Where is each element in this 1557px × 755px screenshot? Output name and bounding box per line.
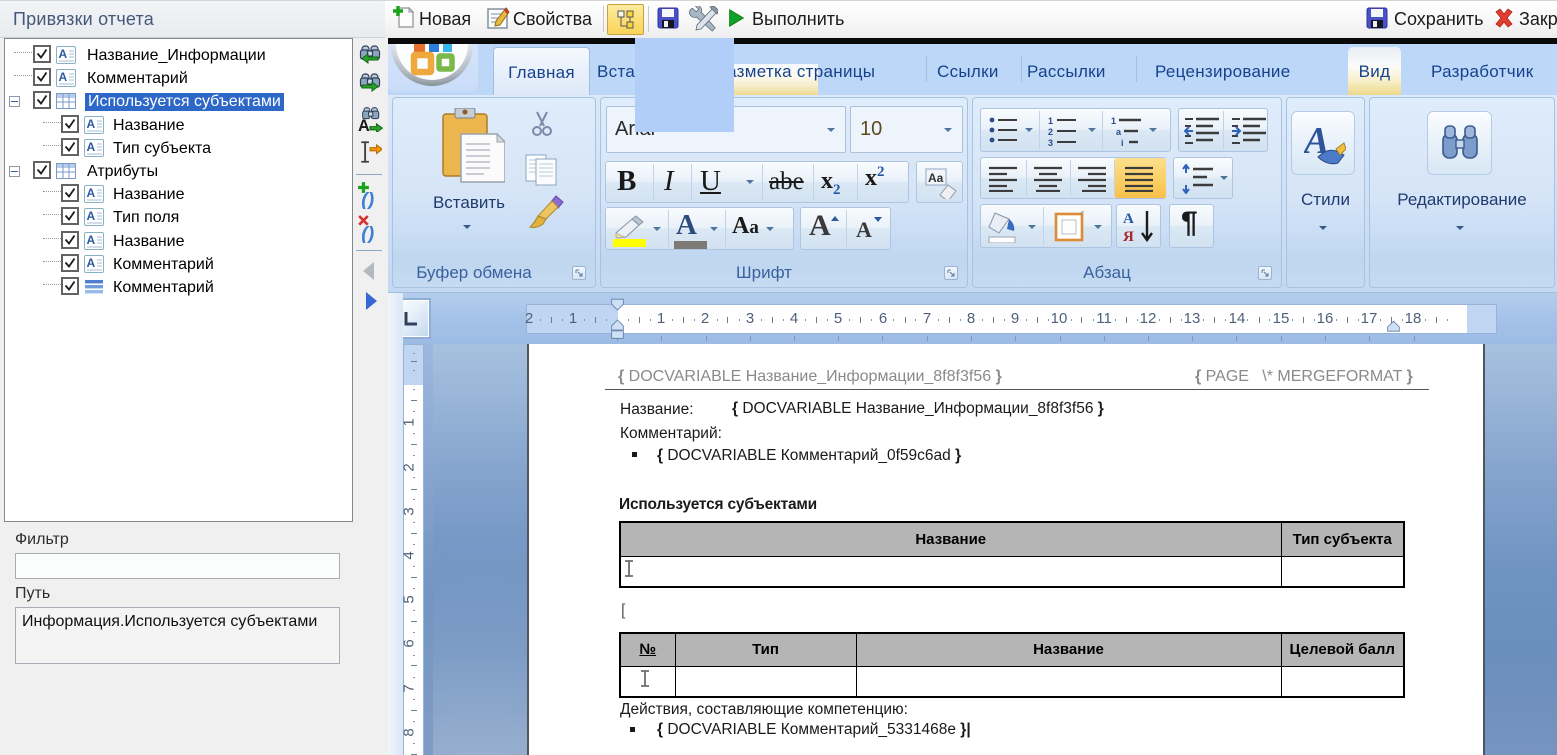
svg-text:Aa: Aa bbox=[928, 171, 944, 185]
svg-text:1: 1 bbox=[1048, 116, 1053, 126]
svg-text:A: A bbox=[59, 47, 68, 61]
svg-text:(): () bbox=[361, 189, 374, 209]
svg-text:(): () bbox=[361, 223, 374, 243]
svg-text:A: A bbox=[87, 209, 96, 223]
svg-text:A: A bbox=[358, 117, 370, 132]
svg-text:i: i bbox=[1121, 138, 1124, 147]
svg-text:A: A bbox=[87, 140, 96, 154]
svg-text:1: 1 bbox=[1111, 116, 1116, 126]
svg-text:A: A bbox=[87, 233, 96, 247]
svg-text:A: A bbox=[87, 256, 96, 270]
svg-text:A: A bbox=[87, 117, 96, 131]
svg-text:3: 3 bbox=[1048, 138, 1053, 147]
svg-text:2: 2 bbox=[1048, 127, 1053, 137]
svg-text:A: A bbox=[59, 70, 68, 84]
svg-text:A: A bbox=[87, 186, 96, 200]
svg-text:Я: Я bbox=[1123, 229, 1134, 245]
svg-text:a: a bbox=[1116, 127, 1122, 137]
svg-text:А: А bbox=[1123, 211, 1134, 227]
